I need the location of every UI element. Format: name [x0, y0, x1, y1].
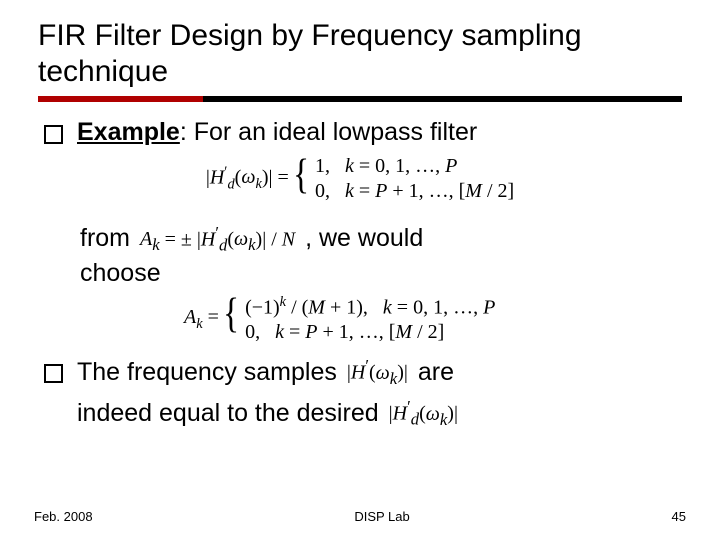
eq1-brace: { 1, k = 0, 1, …, P 0, k = P + 1, …, [M … [289, 154, 514, 204]
inline-h-omega: |H′(ωk)| [345, 355, 410, 390]
b2-part-b: are [418, 356, 454, 390]
we-would-text: , we would [305, 222, 423, 256]
footer-page: 45 [672, 509, 686, 524]
eq1-lhs: |H′d(ωk)| = [206, 163, 289, 195]
inline-hd-omega: |H′d(ωk)| [387, 396, 460, 431]
slide-title: FIR Filter Design by Frequency sampling … [38, 18, 682, 90]
square-bullet-icon [44, 125, 63, 144]
eq3-case1: (−1)k / (M + 1), k = 0, 1, …, P [245, 293, 495, 321]
example-rest: : For an ideal lowpass filter [180, 118, 477, 146]
bullet-frequency-samples: The frequency samples |H′(ωk)| are indee… [44, 355, 682, 431]
left-brace-icon: { [293, 154, 309, 204]
eq1-cases: 1, k = 0, 1, …, P 0, k = P + 1, …, [M / … [315, 154, 514, 204]
equation-hd-cases: |H′d(ωk)| = { 1, k = 0, 1, …, P 0, k = P… [38, 154, 682, 204]
from-text: from [80, 222, 130, 256]
eq3-cases: (−1)k / (M + 1), k = 0, 1, …, P 0, k = P… [245, 293, 495, 346]
title-rule [38, 96, 682, 102]
eq1-case1: 1, k = 0, 1, …, P [315, 154, 514, 179]
square-bullet-icon [44, 364, 63, 383]
footer: Feb. 2008 DISP Lab 45 [0, 509, 720, 524]
bullet-text: Example: For an ideal lowpass filter [77, 116, 682, 150]
eq-ak-def: Ak = ± |H′d(ωk)| / N [138, 222, 297, 257]
eq3-lhs: Ak = [184, 304, 219, 334]
bullet2-text: The frequency samples |H′(ωk)| are indee… [77, 355, 682, 431]
example-label: Example [77, 118, 180, 146]
footer-lab: DISP Lab [354, 509, 409, 524]
footer-date: Feb. 2008 [34, 509, 93, 524]
choose-line: choose [80, 257, 682, 291]
choose-text: choose [80, 259, 161, 287]
b2-part-c: indeed equal to the desired [77, 397, 379, 431]
eq3-brace: { (−1)k / (M + 1), k = 0, 1, …, P 0, k =… [219, 293, 495, 346]
eq1-case2: 0, k = P + 1, …, [M / 2] [315, 179, 514, 204]
from-line: from Ak = ± |H′d(ωk)| / N , we would [80, 222, 682, 257]
slide: FIR Filter Design by Frequency sampling … [0, 0, 720, 540]
eq3-case2: 0, k = P + 1, …, [M / 2] [245, 320, 495, 345]
bullet-example: Example: For an ideal lowpass filter [44, 116, 682, 150]
b2-part-a: The frequency samples [77, 356, 337, 390]
equation-ak-cases: Ak = { (−1)k / (M + 1), k = 0, 1, …, P 0… [184, 293, 682, 346]
slide-body: Example: For an ideal lowpass filter |H′… [38, 116, 682, 432]
left-brace-icon: { [223, 293, 239, 346]
